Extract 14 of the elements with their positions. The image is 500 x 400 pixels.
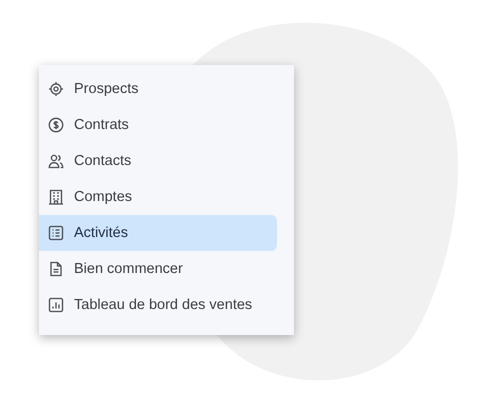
menu-item[interactable]: Activités [39, 215, 277, 251]
target-icon [48, 81, 64, 97]
menu-item[interactable]: Bien commencer [39, 251, 277, 287]
menu-item[interactable]: Prospects [39, 71, 277, 107]
menu-item[interactable]: Contacts [39, 143, 277, 179]
menu-item[interactable]: Contrats [39, 107, 277, 143]
list-icon [48, 225, 64, 241]
document-icon [48, 261, 64, 277]
people-icon [48, 153, 64, 169]
building-icon [48, 189, 64, 205]
menu-item[interactable]: Comptes [39, 179, 277, 215]
bar-chart-icon [48, 297, 64, 313]
dollar-icon [48, 117, 64, 133]
menu-item[interactable]: Tableau de bord des ventes [39, 287, 277, 323]
